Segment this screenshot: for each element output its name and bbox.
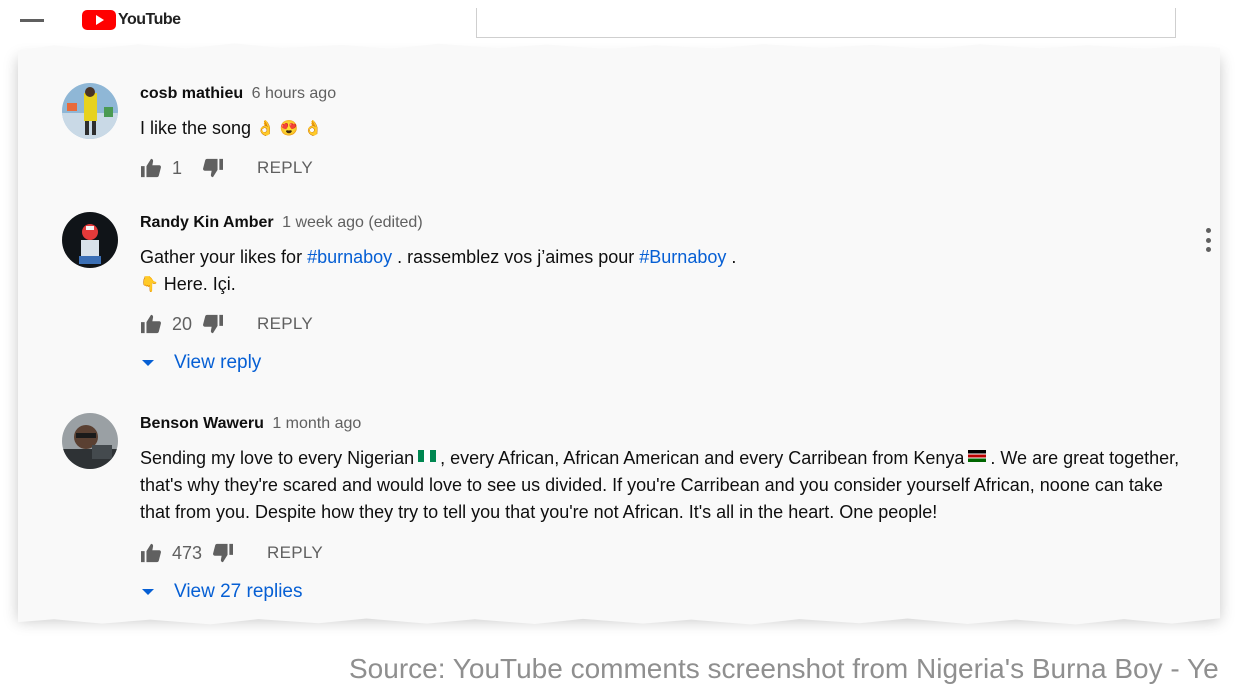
dislike-thumb-icon[interactable] (202, 314, 224, 334)
like-count: 473 (172, 542, 203, 563)
comment-actions: 473 REPLY (140, 541, 323, 565)
view-replies-button[interactable]: View 27 replies (140, 581, 303, 603)
youtube-play-icon (82, 10, 116, 30)
comment-text: Sending my love to every Nigerian, every… (140, 448, 1180, 522)
comment-item: Randy Kin Amber 1 week ago (edited) Gath… (62, 212, 1182, 382)
caret-down-icon (142, 360, 154, 366)
view-replies-button[interactable]: View reply (140, 352, 261, 374)
youtube-logo-text: YouTube (118, 11, 181, 28)
ok-hand-emoji-icon: 👌 (303, 120, 323, 137)
reply-button[interactable]: REPLY (257, 314, 313, 334)
comment-author[interactable]: Randy Kin Amber (140, 214, 274, 231)
hashtag-link[interactable]: #Burnaboy (639, 247, 726, 267)
reply-button[interactable]: REPLY (267, 543, 323, 563)
comment-text: Gather your likes for #burnaboy . rassem… (140, 244, 1182, 298)
comment-item: Benson Waweru 1 month ago Sending my lov… (62, 413, 1182, 613)
comment-actions: 1 REPLY (140, 156, 313, 180)
comment-timestamp[interactable]: 6 hours ago (252, 85, 337, 102)
like-count: 1 (172, 157, 183, 178)
comment-text: I like the song 👌 😍 👌 (140, 115, 1182, 142)
hashtag-link[interactable]: #burnaboy (307, 247, 392, 267)
dislike-thumb-icon[interactable] (212, 543, 234, 563)
dislike-thumb-icon[interactable] (202, 158, 224, 178)
like-thumb-icon[interactable] (140, 543, 162, 563)
avatar[interactable] (62, 212, 118, 268)
ok-hand-emoji-icon: 👌 (256, 120, 275, 137)
comment-timestamp[interactable]: 1 month ago (272, 415, 361, 432)
like-thumb-icon[interactable] (140, 158, 162, 178)
hamburger-menu-icon[interactable] (20, 19, 44, 22)
heart-eyes-emoji-icon: 😍 (279, 120, 299, 137)
kenya-flag-icon (968, 450, 987, 462)
avatar[interactable] (62, 83, 118, 139)
avatar[interactable] (62, 413, 118, 469)
youtube-logo[interactable]: YouTube (82, 10, 181, 30)
reply-button[interactable]: REPLY (257, 158, 313, 178)
more-actions-icon[interactable] (1206, 228, 1212, 252)
comment-actions: 20 REPLY (140, 312, 313, 336)
comment-author[interactable]: cosb mathieu (140, 85, 243, 102)
search-input[interactable] (476, 8, 1176, 38)
comment-timestamp[interactable]: 1 week ago (edited) (282, 214, 423, 231)
comment-item: cosb mathieu 6 hours ago I like the song… (62, 83, 1182, 193)
like-thumb-icon[interactable] (140, 314, 162, 334)
caret-down-icon (142, 589, 154, 595)
source-caption: Source: YouTube comments screenshot from… (349, 653, 1219, 684)
comments-panel: cosb mathieu 6 hours ago I like the song… (18, 52, 1220, 615)
comment-author[interactable]: Benson Waweru (140, 415, 264, 432)
nigeria-flag-icon (418, 450, 437, 462)
pointing-down-emoji-icon: 👇 (140, 276, 159, 293)
youtube-header: YouTube (0, 0, 1240, 40)
like-count: 20 (172, 313, 193, 334)
